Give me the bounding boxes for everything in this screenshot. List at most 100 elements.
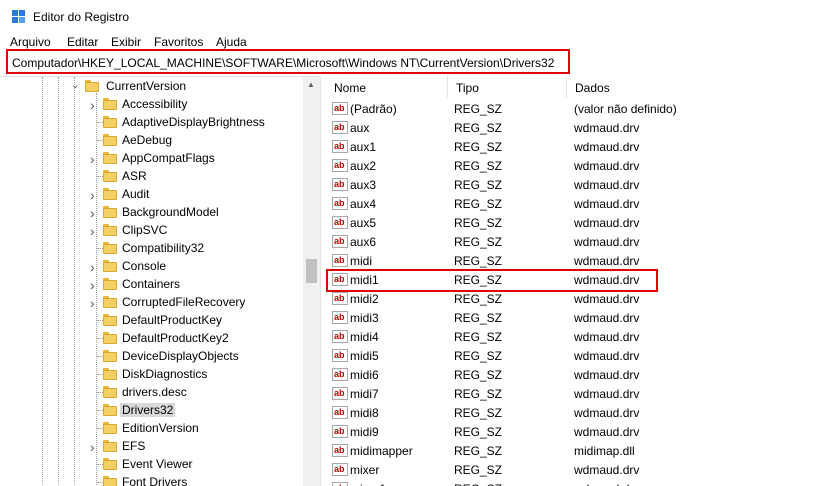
value-row[interactable]: ab aux5 REG_SZ wdmaud.drv (326, 213, 828, 232)
tree-item[interactable]: › EFS (0, 437, 300, 455)
scroll-thumb[interactable] (306, 259, 317, 283)
tree-item[interactable]: › AppCompatFlags (0, 149, 300, 167)
value-name: aux (350, 121, 370, 135)
tree-item[interactable]: Compatibility32 (0, 239, 300, 257)
value-row[interactable]: ab midi8 REG_SZ wdmaud.drv (326, 403, 828, 422)
chevron-right-icon[interactable]: › (90, 205, 95, 221)
value-row[interactable]: ab aux1 REG_SZ wdmaud.drv (326, 137, 828, 156)
value-data: wdmaud.drv (574, 425, 640, 439)
ab-string-value-icon: ab (332, 216, 348, 229)
tree-item[interactable]: › CorruptedFileRecovery (0, 293, 300, 311)
tree-item[interactable]: › BackgroundModel (0, 203, 300, 221)
value-row[interactable]: ab aux4 REG_SZ wdmaud.drv (326, 194, 828, 213)
folder-icon (103, 386, 117, 398)
column-header-data[interactable]: Dados (567, 76, 828, 98)
chevron-right-icon[interactable]: › (90, 151, 95, 167)
folder-icon (103, 170, 117, 182)
folder-icon (103, 476, 117, 486)
tree-item[interactable]: EditionVersion (0, 419, 300, 437)
value-row[interactable]: abmixer1 REG_SZ wdmaud.drv (326, 479, 828, 486)
value-data: wdmaud.drv (574, 140, 640, 154)
tree-item[interactable]: DefaultProductKey (0, 311, 300, 329)
value-data: wdmaud.drv (574, 254, 640, 268)
scroll-up-icon[interactable]: ▲ (307, 80, 315, 89)
value-row[interactable]: ab midi REG_SZ wdmaud.drv (326, 251, 828, 270)
chevron-right-icon[interactable]: › (90, 259, 95, 275)
chevron-right-icon[interactable]: › (90, 223, 95, 239)
tree-item[interactable]: DefaultProductKey2 (0, 329, 300, 347)
value-data: wdmaud.drv (574, 406, 640, 420)
tree-item[interactable]: Drivers32 (0, 401, 300, 419)
value-data: wdmaud.drv (574, 197, 640, 211)
value-row[interactable]: ab midi3 REG_SZ wdmaud.drv (326, 308, 828, 327)
menu-exibir[interactable]: Exibir (111, 35, 141, 49)
value-name: aux2 (350, 159, 377, 173)
tree-item[interactable]: › ClipSVC (0, 221, 300, 239)
value-row[interactable]: ab midimapper REG_SZ midimap.dll (326, 441, 828, 460)
tree-item[interactable]: › Accessibility (0, 95, 300, 113)
tree-item[interactable]: › Audit (0, 185, 300, 203)
value-row[interactable]: ab midi1 REG_SZ wdmaud.drv (326, 270, 828, 289)
tree-item-label: Event Viewer (122, 457, 193, 471)
tree-item[interactable]: › Containers (0, 275, 300, 293)
tree-scrollbar[interactable]: ▲ (303, 77, 320, 486)
value-row[interactable]: ab aux2 REG_SZ wdmaud.drv (326, 156, 828, 175)
chevron-right-icon[interactable]: › (90, 277, 95, 293)
value-name: midi3 (350, 311, 379, 325)
tree-item[interactable]: AeDebug (0, 131, 300, 149)
folder-icon (103, 314, 117, 326)
address-bar[interactable]: Computador\HKEY_LOCAL_MACHINE\SOFTWARE\M… (6, 49, 570, 74)
value-type: REG_SZ (454, 254, 503, 268)
tree-item-label: drivers.desc (122, 385, 187, 399)
value-row[interactable]: ab midi5 REG_SZ wdmaud.drv (326, 346, 828, 365)
value-row[interactable]: ab midi2 REG_SZ wdmaud.drv (326, 289, 828, 308)
ab-string-value-icon: ab (332, 140, 348, 153)
address-path[interactable]: Computador\HKEY_LOCAL_MACHINE\SOFTWARE\M… (12, 56, 554, 70)
value-data: wdmaud.drv (574, 311, 640, 325)
tree-item[interactable]: › Console (0, 257, 300, 275)
menu-ajuda[interactable]: Ajuda (216, 35, 247, 49)
menu-editar[interactable]: Editar (67, 35, 98, 49)
ab-string-value-icon: ab (332, 121, 348, 134)
tree-item[interactable]: drivers.desc (0, 383, 300, 401)
key-tree[interactable]: ⌄ CurrentVersion › Accessibility AdaptiveD… (0, 76, 320, 486)
value-row[interactable]: ab midi6 REG_SZ wdmaud.drv (326, 365, 828, 384)
values-list[interactable]: Nome Tipo Dados ab (Padrão) REG_SZ (valor n… (326, 76, 828, 486)
value-data: wdmaud.drv (574, 292, 640, 306)
folder-icon (103, 296, 117, 308)
value-row[interactable]: ab midi4 REG_SZ wdmaud.drv (326, 327, 828, 346)
tree-item-currentversion[interactable]: ⌄ CurrentVersion (0, 77, 300, 95)
chevron-right-icon[interactable]: › (90, 97, 95, 113)
tree-item[interactable]: AdaptiveDisplayBrightness (0, 113, 300, 131)
value-row[interactable]: ab aux6 REG_SZ wdmaud.drv (326, 232, 828, 251)
value-name: (Padrão) (350, 102, 397, 116)
column-header-type[interactable]: Tipo (448, 76, 567, 98)
title-bar: Editor do Registro (0, 0, 828, 33)
ab-string-value-icon: ab (332, 273, 348, 286)
tree-item-label: Accessibility (122, 97, 188, 111)
value-row[interactable]: ab midi7 REG_SZ wdmaud.drv (326, 384, 828, 403)
value-type: REG_SZ (454, 311, 503, 325)
folder-open-icon (85, 80, 99, 92)
column-header-name[interactable]: Nome (326, 76, 448, 98)
registry-editor-icon (12, 10, 26, 24)
menu-arquivo[interactable]: Arquivo (10, 35, 51, 49)
tree-item[interactable]: DiskDiagnostics (0, 365, 300, 383)
value-row[interactable]: ab mixer REG_SZ wdmaud.drv (326, 460, 828, 479)
tree-item[interactable]: DeviceDisplayObjects (0, 347, 300, 365)
chevron-down-icon[interactable]: ⌄ (71, 80, 79, 91)
menu-favoritos[interactable]: Favoritos (154, 35, 203, 49)
value-row[interactable]: ab aux3 REG_SZ wdmaud.drv (326, 175, 828, 194)
value-row[interactable]: ab (Padrão) REG_SZ (valor não definido) (326, 99, 828, 118)
tree-item[interactable]: ASR (0, 167, 300, 185)
chevron-right-icon[interactable]: › (90, 187, 95, 203)
chevron-right-icon[interactable]: › (90, 439, 95, 455)
value-row[interactable]: ab aux REG_SZ wdmaud.drv (326, 118, 828, 137)
tree-item[interactable]: Event Viewer (0, 455, 300, 473)
tree-item[interactable]: Font Drivers (0, 473, 300, 486)
value-row[interactable]: ab midi9 REG_SZ wdmaud.drv (326, 422, 828, 441)
chevron-right-icon[interactable]: › (90, 295, 95, 311)
tree-item-label: DeviceDisplayObjects (122, 349, 239, 363)
value-type: REG_SZ (454, 463, 503, 477)
value-name: aux1 (350, 140, 377, 154)
